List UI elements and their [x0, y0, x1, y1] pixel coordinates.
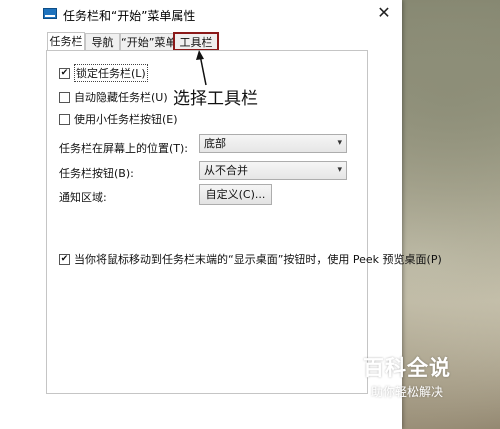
- tab-taskbar[interactable]: 任务栏: [47, 32, 85, 51]
- notification-label: 通知区域:: [59, 191, 107, 204]
- properties-dialog: 任务栏和“开始”菜单属性 ✕ 任务栏 导航 “开始”菜单 工具栏 锁定任务栏(L…: [0, 0, 442, 429]
- lock-taskbar-option[interactable]: 锁定任务栏(L): [59, 64, 148, 82]
- chevron-down-icon: ▾: [337, 138, 342, 148]
- auto-hide-checkbox[interactable]: [59, 91, 70, 103]
- tab-navigation[interactable]: 导航: [85, 33, 120, 50]
- small-buttons-checkbox[interactable]: [59, 113, 70, 125]
- lock-taskbar-checkbox[interactable]: [59, 67, 70, 79]
- position-value: 底部: [204, 137, 226, 150]
- annotation-arrow-icon: [196, 50, 207, 86]
- chevron-down-icon: ▾: [337, 165, 342, 175]
- position-label: 任务栏在屏幕上的位置(T):: [59, 142, 189, 155]
- title-bar: 任务栏和“开始”菜单属性 ✕: [0, 0, 402, 30]
- small-buttons-option[interactable]: 使用小任务栏按钮(E): [59, 112, 178, 126]
- peek-label: 当你将鼠标移动到任务栏末端的“显示桌面”按钮时，使用 Peek 预览桌面(P): [74, 253, 442, 266]
- watermark: 百科全说 助你轻松解决: [363, 352, 493, 412]
- watermark-subtitle: 助你轻松解决: [371, 385, 444, 399]
- buttons-combine-value: 从不合并: [204, 164, 248, 177]
- lock-taskbar-label: 锁定任务栏(L): [74, 64, 148, 82]
- annotation-text: 选择工具栏: [173, 89, 258, 109]
- auto-hide-option[interactable]: 自动隐藏任务栏(U): [59, 90, 168, 104]
- watermark-logo: 百科全说: [363, 356, 451, 380]
- position-select[interactable]: 底部 ▾: [199, 134, 347, 153]
- small-buttons-label: 使用小任务栏按钮(E): [74, 113, 178, 126]
- close-button[interactable]: ✕: [370, 0, 398, 26]
- window-title: 任务栏和“开始”菜单属性: [63, 9, 196, 23]
- auto-hide-label: 自动隐藏任务栏(U): [74, 91, 168, 104]
- tab-toolbars[interactable]: 工具栏: [173, 32, 219, 51]
- buttons-combine-select[interactable]: 从不合并 ▾: [199, 161, 347, 180]
- peek-checkbox[interactable]: [59, 253, 70, 265]
- customize-button[interactable]: 自定义(C)...: [199, 184, 272, 205]
- buttons-combine-label: 任务栏按钮(B):: [59, 167, 134, 180]
- peek-option[interactable]: 当你将鼠标移动到任务栏末端的“显示桌面”按钮时，使用 Peek 预览桌面(P): [59, 252, 442, 266]
- tab-start-menu[interactable]: “开始”菜单: [120, 33, 176, 50]
- taskbar-app-icon: [43, 8, 57, 19]
